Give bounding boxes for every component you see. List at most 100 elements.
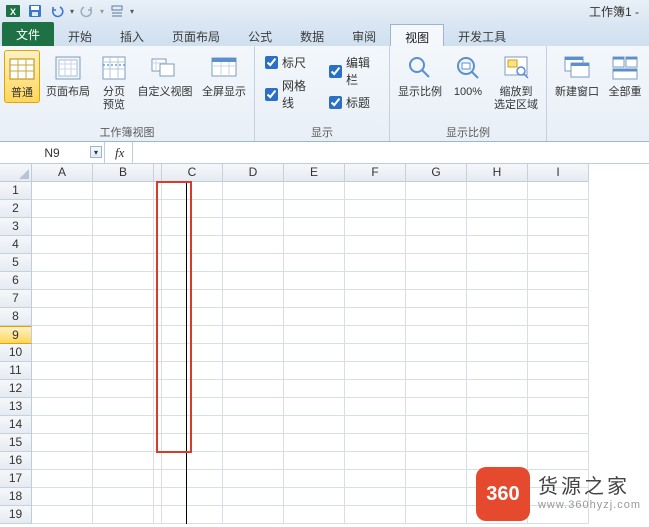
- column-header[interactable]: H: [467, 164, 528, 182]
- qat-customize-icon[interactable]: ▾: [130, 7, 134, 16]
- tab-formulas[interactable]: 公式: [234, 24, 286, 46]
- column-header[interactable]: [154, 164, 162, 182]
- cell[interactable]: [32, 254, 93, 272]
- cell[interactable]: [154, 434, 162, 452]
- cell[interactable]: [162, 200, 223, 218]
- cell[interactable]: [284, 452, 345, 470]
- cell[interactable]: [93, 272, 154, 290]
- cell[interactable]: [467, 290, 528, 308]
- row-header[interactable]: 17: [0, 470, 32, 488]
- cell[interactable]: [93, 470, 154, 488]
- cell[interactable]: [528, 182, 589, 200]
- cell[interactable]: [154, 362, 162, 380]
- cell[interactable]: [32, 308, 93, 326]
- cell[interactable]: [93, 344, 154, 362]
- cell[interactable]: [154, 290, 162, 308]
- cell[interactable]: [345, 470, 406, 488]
- column-header[interactable]: I: [528, 164, 589, 182]
- cell[interactable]: [528, 434, 589, 452]
- cell[interactable]: [467, 344, 528, 362]
- cell[interactable]: [345, 344, 406, 362]
- qat-tool-icon[interactable]: [108, 2, 126, 20]
- dropdown-icon[interactable]: ▾: [70, 7, 74, 16]
- tab-file[interactable]: 文件: [2, 22, 54, 46]
- tab-view[interactable]: 视图: [390, 24, 444, 46]
- cell[interactable]: [467, 182, 528, 200]
- cell[interactable]: [32, 290, 93, 308]
- cell[interactable]: [284, 290, 345, 308]
- cell[interactable]: [154, 470, 162, 488]
- cell[interactable]: [406, 308, 467, 326]
- cell[interactable]: [162, 362, 223, 380]
- cell[interactable]: [406, 182, 467, 200]
- row-header[interactable]: 16: [0, 452, 32, 470]
- cell[interactable]: [284, 308, 345, 326]
- cell[interactable]: [345, 236, 406, 254]
- cell[interactable]: [528, 290, 589, 308]
- row-header[interactable]: 18: [0, 488, 32, 506]
- cell[interactable]: [162, 470, 223, 488]
- cell[interactable]: [154, 326, 162, 344]
- cell[interactable]: [223, 344, 284, 362]
- cell[interactable]: [223, 470, 284, 488]
- cell[interactable]: [284, 434, 345, 452]
- cell[interactable]: [162, 344, 223, 362]
- row-header[interactable]: 9: [0, 326, 32, 344]
- cell[interactable]: [528, 200, 589, 218]
- cell[interactable]: [154, 452, 162, 470]
- row-header[interactable]: 13: [0, 398, 32, 416]
- cell[interactable]: [467, 362, 528, 380]
- name-box[interactable]: N9 ▾: [0, 142, 105, 163]
- page-break-preview-button[interactable]: 分页 预览: [96, 50, 132, 114]
- cell[interactable]: [154, 182, 162, 200]
- cell[interactable]: [93, 290, 154, 308]
- cell[interactable]: [154, 506, 162, 524]
- formula-input[interactable]: [133, 142, 649, 163]
- cell[interactable]: [406, 254, 467, 272]
- cell[interactable]: [284, 218, 345, 236]
- cell[interactable]: [284, 326, 345, 344]
- cell[interactable]: [345, 452, 406, 470]
- cell[interactable]: [162, 254, 223, 272]
- cell[interactable]: [467, 272, 528, 290]
- cell[interactable]: [528, 326, 589, 344]
- cell[interactable]: [528, 218, 589, 236]
- cell[interactable]: [528, 254, 589, 272]
- row-header[interactable]: 4: [0, 236, 32, 254]
- cell[interactable]: [406, 200, 467, 218]
- cell[interactable]: [528, 344, 589, 362]
- normal-view-button[interactable]: 普通: [4, 50, 40, 103]
- cell[interactable]: [154, 488, 162, 506]
- row-header[interactable]: 8: [0, 308, 32, 326]
- cell[interactable]: [467, 434, 528, 452]
- cell[interactable]: [32, 416, 93, 434]
- cell[interactable]: [93, 218, 154, 236]
- cell[interactable]: [345, 434, 406, 452]
- cell[interactable]: [467, 200, 528, 218]
- fx-icon[interactable]: fx: [115, 145, 124, 161]
- cell[interactable]: [162, 488, 223, 506]
- cell[interactable]: [154, 236, 162, 254]
- select-all-corner[interactable]: [0, 164, 32, 182]
- cell[interactable]: [406, 290, 467, 308]
- row-header[interactable]: 6: [0, 272, 32, 290]
- cell[interactable]: [93, 398, 154, 416]
- cell[interactable]: [345, 200, 406, 218]
- row-header[interactable]: 15: [0, 434, 32, 452]
- cell[interactable]: [223, 488, 284, 506]
- cell[interactable]: [406, 380, 467, 398]
- cell[interactable]: [223, 398, 284, 416]
- cell[interactable]: [345, 254, 406, 272]
- save-icon[interactable]: [26, 2, 44, 20]
- cell[interactable]: [32, 200, 93, 218]
- cell[interactable]: [162, 434, 223, 452]
- cell[interactable]: [32, 326, 93, 344]
- cell[interactable]: [162, 236, 223, 254]
- cell[interactable]: [162, 506, 223, 524]
- cell[interactable]: [32, 434, 93, 452]
- cell[interactable]: [32, 506, 93, 524]
- cell[interactable]: [32, 362, 93, 380]
- cell[interactable]: [223, 236, 284, 254]
- tab-home[interactable]: 开始: [54, 24, 106, 46]
- cell[interactable]: [284, 272, 345, 290]
